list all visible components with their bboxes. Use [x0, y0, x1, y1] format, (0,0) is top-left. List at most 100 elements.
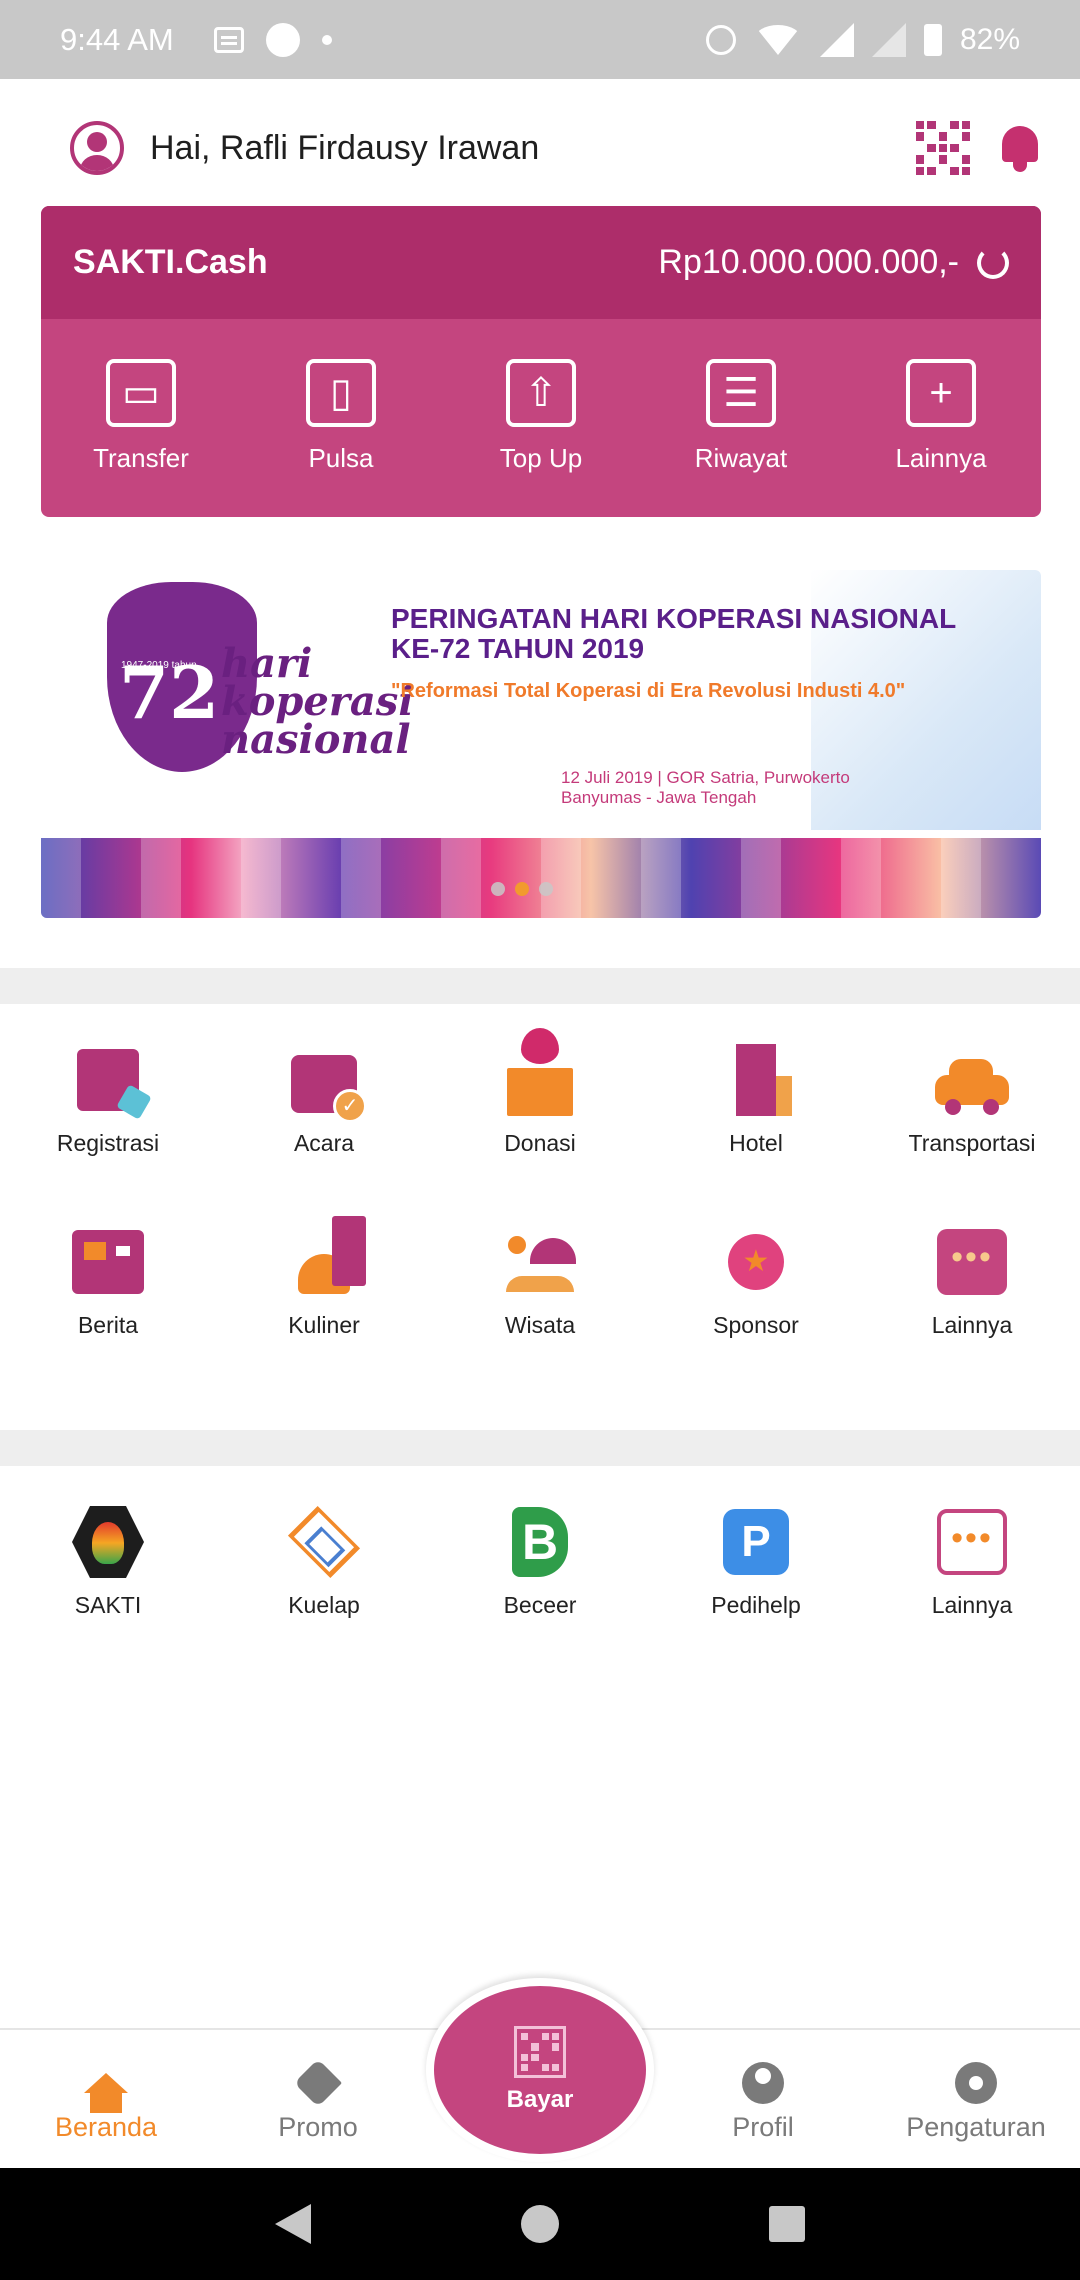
partner-label: Lainnya [931, 1592, 1013, 1618]
partner-label: Kuelap [288, 1592, 360, 1618]
wallet-name: SAKTI.Cash [73, 243, 268, 281]
service-label: Lainnya [931, 1312, 1013, 1338]
partner-lainnya[interactable]: ••• Lainnya [864, 1466, 1080, 1648]
service-label: Sponsor [713, 1312, 799, 1338]
logo-text: hari koperasi nasional [221, 640, 414, 763]
service-donasi[interactable]: Donasi [432, 1004, 648, 1186]
gear-icon [955, 2062, 997, 2104]
section-divider [0, 1430, 1080, 1466]
carousel-dot[interactable] [491, 882, 505, 896]
wallet-action-pulsa[interactable]: ▯ Pulsa [251, 359, 431, 474]
nav-profil[interactable]: Profil [663, 2060, 863, 2143]
service-registrasi[interactable]: Registrasi [0, 1004, 216, 1186]
hotel-icon [736, 1044, 792, 1116]
nav-beranda[interactable]: Beranda [6, 2060, 206, 2143]
bayar-button[interactable]: Bayar [426, 1978, 654, 2162]
service-berita[interactable]: Berita [0, 1186, 216, 1368]
home-button-icon[interactable] [521, 2205, 559, 2243]
service-transportasi[interactable]: Transportasi [864, 1004, 1080, 1186]
back-icon[interactable] [275, 2204, 311, 2244]
bayar-label: Bayar [506, 2086, 574, 2113]
wallet-action-label: Riwayat [694, 443, 788, 473]
nav-label: Beranda [54, 2112, 158, 2142]
wallet-action-transfer[interactable]: ▭ Transfer [51, 359, 231, 474]
carousel-dot-active[interactable] [515, 882, 529, 896]
carousel-dot[interactable] [539, 882, 553, 896]
donation-icon [507, 1028, 573, 1116]
bayar-button-inner: Bayar [434, 1986, 646, 2154]
service-label: Berita [77, 1312, 139, 1338]
food-icon [298, 1216, 366, 1294]
history-icon: ☰ [706, 359, 776, 427]
nav-label: Profil [732, 2112, 794, 2142]
qr-scan-icon [514, 2026, 566, 2078]
partner-label: Beceer [503, 1592, 577, 1618]
message-notification-icon [213, 26, 244, 53]
logo-sub: 1947-2019 tahun [121, 660, 197, 671]
service-label: Donasi [504, 1130, 576, 1156]
system-navigation-bar [0, 2168, 1080, 2280]
notification-bell-icon[interactable] [998, 122, 1042, 174]
service-kuliner[interactable]: Kuliner [216, 1186, 432, 1368]
battery-percent: 82% [959, 22, 1020, 56]
partner-pedihelp[interactable]: P Pedihelp [648, 1466, 864, 1648]
banner-place-line2: Banyumas - Jawa Tengah [561, 788, 757, 807]
carousel-indicator [491, 882, 553, 896]
wallet-action-lainnya[interactable]: + Lainnya [851, 359, 1031, 474]
service-lainnya[interactable]: ••• Lainnya [864, 1186, 1080, 1368]
partner-label: SAKTI [74, 1592, 142, 1618]
partner-kuelap[interactable]: Kuelap [216, 1466, 432, 1648]
tag-icon [293, 2058, 343, 2108]
wifi-icon [753, 24, 802, 55]
promo-banner[interactable]: 72 1947-2019 tahun hari koperasi nasiona… [41, 570, 1041, 918]
service-label: Registrasi [56, 1130, 160, 1156]
refresh-icon[interactable] [977, 246, 1009, 279]
nav-pengaturan[interactable]: Pengaturan [876, 2060, 1076, 2143]
wallet-action-label: Transfer [93, 443, 189, 473]
status-time: 9:44 AM [60, 21, 174, 57]
transfer-icon: ▭ [106, 359, 176, 427]
kuelap-logo-icon [287, 1505, 361, 1579]
wallet-balance: Rp10.000.000.000,- [658, 243, 959, 281]
partner-sakti[interactable]: SAKTI [0, 1466, 216, 1648]
service-hotel[interactable]: Hotel [648, 1004, 864, 1186]
signal-icon [819, 22, 854, 57]
service-label: Kuliner [288, 1312, 360, 1338]
qr-code-icon[interactable] [916, 121, 970, 175]
service-label: Transportasi [908, 1130, 1036, 1156]
signal-2-icon [871, 22, 906, 57]
more-icon: ••• [937, 1229, 1007, 1295]
recent-apps-icon[interactable] [769, 2206, 805, 2242]
wallet-action-riwayat[interactable]: ☰ Riwayat [651, 359, 831, 474]
header-actions [916, 121, 1042, 175]
partner-beceer[interactable]: B Beceer [432, 1466, 648, 1648]
nav-promo[interactable]: Promo [218, 2058, 418, 2143]
more-notifications-icon [321, 34, 332, 45]
sakti-logo-icon [72, 1506, 144, 1578]
service-wisata[interactable]: Wisata [432, 1186, 648, 1368]
beceer-logo-icon: B [512, 1507, 568, 1577]
nav-label: Promo [278, 2112, 358, 2142]
wallet-card: SAKTI.Cash Rp10.000.000.000,- ▭ Transfer… [41, 206, 1041, 517]
sponsor-badge-icon [728, 1234, 784, 1290]
service-sponsor[interactable]: Sponsor [648, 1186, 864, 1368]
wallet-actions: ▭ Transfer ▯ Pulsa ⇧ Top Up ☰ Riwayat + … [41, 319, 1041, 474]
service-acara[interactable]: Acara [216, 1004, 432, 1186]
phone-icon: ▯ [306, 359, 376, 427]
more-icon: ••• [937, 1509, 1007, 1575]
whatsapp-notification-icon [265, 22, 300, 57]
service-label: Acara [293, 1130, 355, 1156]
avatar-icon[interactable] [70, 121, 124, 175]
banner-place: 12 Juli 2019 | GOR Satria, Purwokerto Ba… [561, 768, 850, 808]
system-status-icons: 82% [705, 22, 1020, 57]
app-header: Hai, Rafli Firdausy Irawan [70, 108, 1042, 188]
banner-title: PERINGATAN HARI KOPERASI NASIONAL KE-72 … [391, 603, 956, 664]
section-divider [0, 968, 1080, 1004]
service-label: Hotel [729, 1130, 783, 1156]
banner-place-line1: 12 Juli 2019 | GOR Satria, Purwokerto [561, 768, 850, 787]
pedihelp-logo-icon: P [723, 1509, 789, 1575]
car-icon [935, 1059, 1009, 1115]
wallet-action-top-up[interactable]: ⇧ Top Up [451, 359, 631, 474]
beach-icon [502, 1232, 578, 1292]
banner-pattern [41, 838, 1041, 918]
